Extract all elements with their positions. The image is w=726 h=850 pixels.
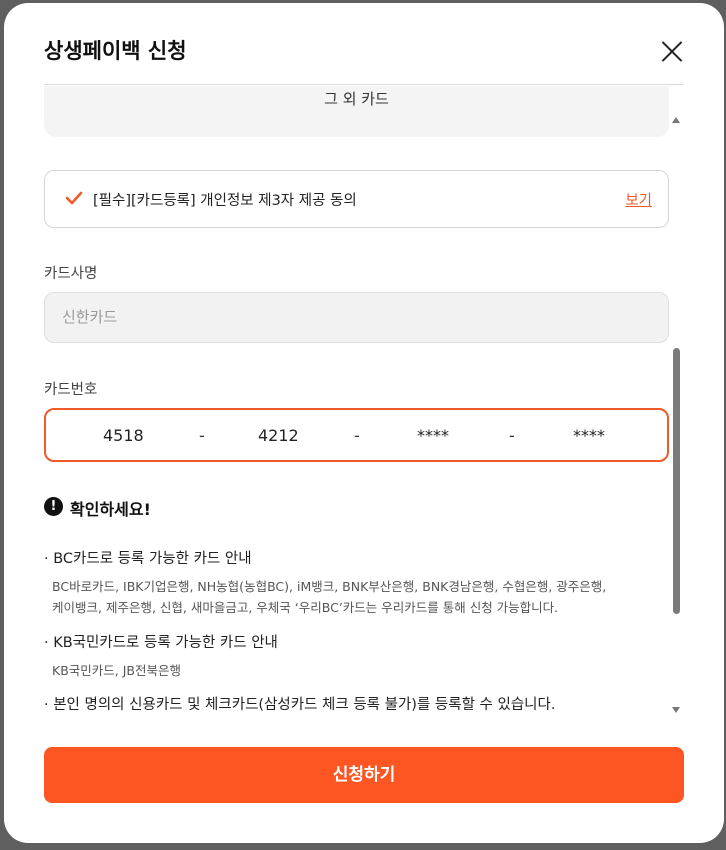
card-number-separator: - — [199, 426, 205, 445]
notice-heading-bc: · BC카드로 등록 가능한 카드 안내 — [44, 551, 252, 567]
card-number-field[interactable]: 4518 - 4212 - **** - **** — [44, 408, 669, 462]
scroll-up-arrow-icon[interactable] — [672, 117, 680, 123]
notice-heading-owner: · 본인 명의의 신용카드 및 체크카드(삼성카드 체크 등록 불가)를 등록할… — [44, 697, 556, 713]
payback-application-modal: 상생페이백 신청 그 외 카드 [필수][카드등록] 개인정보 제3자 제공 동… — [4, 3, 724, 843]
exclamation-icon: ! — [44, 497, 63, 516]
card-company-field[interactable]: 신한카드 — [44, 292, 669, 343]
card-number-label: 카드번호 — [44, 382, 98, 398]
agreement-label: [필수][카드등록] 개인정보 제3자 제공 동의 — [93, 193, 357, 209]
card-number-part-2[interactable]: 4212 — [258, 426, 299, 445]
card-number-separator: - — [509, 426, 515, 445]
notice-body-bc-line-1: BC바로카드, IBK기업은행, NH농협(농협BC), iM뱅크, BNK부산… — [52, 579, 607, 594]
close-icon[interactable] — [660, 39, 684, 63]
modal-title: 상생페이백 신청 — [44, 39, 187, 63]
agreement-checkbox-row[interactable]: [필수][카드등록] 개인정보 제3자 제공 동의 보기 — [44, 170, 669, 228]
agreement-view-link[interactable]: 보기 — [625, 189, 652, 210]
submit-button[interactable]: 신청하기 — [44, 747, 684, 803]
checkmark-icon[interactable] — [65, 189, 83, 207]
scroll-down-arrow-icon[interactable] — [672, 707, 680, 713]
card-number-part-1[interactable]: 4518 — [103, 426, 144, 445]
card-number-separator: - — [354, 426, 360, 445]
notice-heading-kb: · KB국민카드로 등록 가능한 카드 안내 — [44, 635, 278, 651]
notice-body-bc-line-2: 케이뱅크, 제주은행, 신협, 새마을금고, 우체국 ‘우리BC’카드는 우리카… — [52, 600, 559, 615]
notice-body-kb: KB국민카드, JB전북은행 — [52, 663, 181, 678]
modal-scroll-area[interactable]: 그 외 카드 [필수][카드등록] 개인정보 제3자 제공 동의 보기 카드사명… — [4, 86, 724, 720]
notice-title: 확인하세요! — [70, 500, 151, 519]
card-type-option-other[interactable]: 그 외 카드 — [44, 86, 669, 137]
card-company-label: 카드사명 — [44, 266, 98, 282]
card-type-option-label: 그 외 카드 — [324, 90, 389, 108]
card-number-part-3[interactable]: **** — [417, 426, 449, 445]
modal-header: 상생페이백 신청 — [44, 3, 684, 85]
card-number-part-4[interactable]: **** — [573, 426, 605, 445]
scrollbar-thumb[interactable] — [673, 348, 680, 614]
